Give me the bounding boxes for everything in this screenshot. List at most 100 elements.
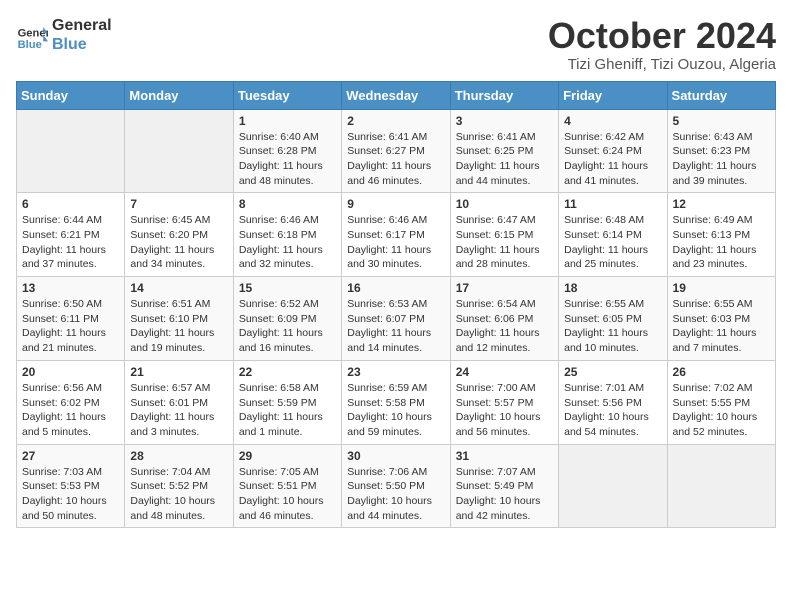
- day-detail: Sunrise: 6:47 AM Sunset: 6:15 PM Dayligh…: [456, 213, 553, 272]
- day-of-week-header: Monday: [125, 81, 233, 109]
- day-number: 5: [673, 114, 770, 128]
- day-number: 1: [239, 114, 336, 128]
- day-detail: Sunrise: 6:57 AM Sunset: 6:01 PM Dayligh…: [130, 381, 227, 440]
- day-number: 31: [456, 449, 553, 463]
- calendar-day-cell: 24 Sunrise: 7:00 AM Sunset: 5:57 PM Dayli…: [450, 360, 558, 444]
- calendar-week-row: 20Sunrise: 6:56 AM Sunset: 6:02 PM Dayli…: [17, 360, 776, 444]
- calendar-day-cell: 6 Sunrise: 6:44 AM Sunset: 6:21 PM Daylig…: [17, 193, 125, 277]
- day-of-week-header: Tuesday: [233, 81, 341, 109]
- day-detail: Sunrise: 7:00 AM Sunset: 5:57 PM Dayligh…: [456, 381, 553, 440]
- svg-text:Blue: Blue: [18, 39, 42, 51]
- day-detail: Sunrise: 6:44 AM Sunset: 6:21 PM Dayligh…: [22, 213, 119, 272]
- day-number: 28: [130, 449, 227, 463]
- day-detail: Sunrise: 6:58 AM Sunset: 5:59 PM Dayligh…: [239, 381, 336, 440]
- day-detail: Sunrise: 7:02 AM Sunset: 5:55 PM Dayligh…: [673, 381, 770, 440]
- day-number: 27: [22, 449, 119, 463]
- day-detail: Sunrise: 6:41 AM Sunset: 6:25 PM Dayligh…: [456, 130, 553, 189]
- location-title: Tizi Gheniff, Tizi Ouzou, Algeria: [548, 56, 776, 73]
- day-number: 6: [22, 197, 119, 211]
- calendar-day-cell: 21 Sunrise: 6:57 AM Sunset: 6:01 PM Dayli…: [125, 360, 233, 444]
- day-number: 19: [673, 281, 770, 295]
- calendar-day-cell: [667, 444, 775, 528]
- day-of-week-header: Wednesday: [342, 81, 450, 109]
- day-detail: Sunrise: 7:03 AM Sunset: 5:53 PM Dayligh…: [22, 465, 119, 524]
- calendar-day-cell: [17, 109, 125, 193]
- calendar-day-cell: 20Sunrise: 6:56 AM Sunset: 6:02 PM Dayli…: [17, 360, 125, 444]
- calendar-week-row: 1Sunrise: 6:40 AM Sunset: 6:28 PM Daylig…: [17, 109, 776, 193]
- day-number: 3: [456, 114, 553, 128]
- calendar-day-cell: 17 Sunrise: 6:54 AM Sunset: 6:06 PM Dayli…: [450, 277, 558, 361]
- calendar-day-cell: [125, 109, 233, 193]
- calendar-day-cell: 18Sunrise: 6:55 AM Sunset: 6:05 PM Dayli…: [559, 277, 667, 361]
- day-number: 13: [22, 281, 119, 295]
- calendar-day-cell: 2 Sunrise: 6:41 AM Sunset: 6:27 PM Daylig…: [342, 109, 450, 193]
- title-block: October 2024 Tizi Gheniff, Tizi Ouzou, A…: [548, 16, 776, 73]
- calendar-day-cell: 29 Sunrise: 7:05 AM Sunset: 5:51 PM Dayli…: [233, 444, 341, 528]
- day-number: 29: [239, 449, 336, 463]
- day-number: 14: [130, 281, 227, 295]
- day-detail: Sunrise: 7:05 AM Sunset: 5:51 PM Dayligh…: [239, 465, 336, 524]
- calendar-day-cell: 9Sunrise: 6:46 AM Sunset: 6:17 PM Daylig…: [342, 193, 450, 277]
- day-detail: Sunrise: 6:42 AM Sunset: 6:24 PM Dayligh…: [564, 130, 661, 189]
- day-number: 11: [564, 197, 661, 211]
- calendar-day-cell: 15 Sunrise: 6:52 AM Sunset: 6:09 PM Dayli…: [233, 277, 341, 361]
- day-detail: Sunrise: 6:48 AM Sunset: 6:14 PM Dayligh…: [564, 213, 661, 272]
- day-number: 2: [347, 114, 444, 128]
- day-number: 24: [456, 365, 553, 379]
- logo-blue-text: Blue: [52, 35, 112, 54]
- day-number: 12: [673, 197, 770, 211]
- calendar-day-cell: 25Sunrise: 7:01 AM Sunset: 5:56 PM Dayli…: [559, 360, 667, 444]
- day-detail: Sunrise: 7:04 AM Sunset: 5:52 PM Dayligh…: [130, 465, 227, 524]
- day-of-week-header: Friday: [559, 81, 667, 109]
- day-detail: Sunrise: 6:55 AM Sunset: 6:05 PM Dayligh…: [564, 297, 661, 356]
- calendar-week-row: 6 Sunrise: 6:44 AM Sunset: 6:21 PM Daylig…: [17, 193, 776, 277]
- calendar-day-cell: 7Sunrise: 6:45 AM Sunset: 6:20 PM Daylig…: [125, 193, 233, 277]
- calendar-day-cell: 11 Sunrise: 6:48 AM Sunset: 6:14 PM Dayli…: [559, 193, 667, 277]
- month-title: October 2024: [548, 16, 776, 56]
- day-detail: Sunrise: 6:49 AM Sunset: 6:13 PM Dayligh…: [673, 213, 770, 272]
- page-header: General Blue General Blue October 2024 T…: [16, 16, 776, 73]
- calendar-day-cell: 8Sunrise: 6:46 AM Sunset: 6:18 PM Daylig…: [233, 193, 341, 277]
- calendar-day-cell: 5Sunrise: 6:43 AM Sunset: 6:23 PM Daylig…: [667, 109, 775, 193]
- calendar-day-cell: 10 Sunrise: 6:47 AM Sunset: 6:15 PM Dayli…: [450, 193, 558, 277]
- day-of-week-header: Thursday: [450, 81, 558, 109]
- calendar-week-row: 13 Sunrise: 6:50 AM Sunset: 6:11 PM Dayli…: [17, 277, 776, 361]
- day-detail: Sunrise: 6:52 AM Sunset: 6:09 PM Dayligh…: [239, 297, 336, 356]
- calendar-day-cell: 1Sunrise: 6:40 AM Sunset: 6:28 PM Daylig…: [233, 109, 341, 193]
- day-number: 10: [456, 197, 553, 211]
- calendar-day-cell: 13 Sunrise: 6:50 AM Sunset: 6:11 PM Dayli…: [17, 277, 125, 361]
- calendar-day-cell: 3 Sunrise: 6:41 AM Sunset: 6:25 PM Daylig…: [450, 109, 558, 193]
- day-number: 21: [130, 365, 227, 379]
- calendar-day-cell: 27 Sunrise: 7:03 AM Sunset: 5:53 PM Dayli…: [17, 444, 125, 528]
- logo-general-text: General: [52, 16, 112, 35]
- day-detail: Sunrise: 6:56 AM Sunset: 6:02 PM Dayligh…: [22, 381, 119, 440]
- day-detail: Sunrise: 7:07 AM Sunset: 5:49 PM Dayligh…: [456, 465, 553, 524]
- day-number: 15: [239, 281, 336, 295]
- day-number: 22: [239, 365, 336, 379]
- logo-icon: General Blue: [16, 19, 48, 51]
- day-number: 17: [456, 281, 553, 295]
- calendar-day-cell: 19 Sunrise: 6:55 AM Sunset: 6:03 PM Dayli…: [667, 277, 775, 361]
- day-detail: Sunrise: 7:01 AM Sunset: 5:56 PM Dayligh…: [564, 381, 661, 440]
- calendar-day-cell: 12 Sunrise: 6:49 AM Sunset: 6:13 PM Dayli…: [667, 193, 775, 277]
- day-detail: Sunrise: 6:46 AM Sunset: 6:18 PM Dayligh…: [239, 213, 336, 272]
- calendar-day-cell: 23Sunrise: 6:59 AM Sunset: 5:58 PM Dayli…: [342, 360, 450, 444]
- day-number: 16: [347, 281, 444, 295]
- day-number: 4: [564, 114, 661, 128]
- day-detail: Sunrise: 6:41 AM Sunset: 6:27 PM Dayligh…: [347, 130, 444, 189]
- day-number: 26: [673, 365, 770, 379]
- day-detail: Sunrise: 6:55 AM Sunset: 6:03 PM Dayligh…: [673, 297, 770, 356]
- calendar-day-cell: 28 Sunrise: 7:04 AM Sunset: 5:52 PM Dayli…: [125, 444, 233, 528]
- day-detail: Sunrise: 6:50 AM Sunset: 6:11 PM Dayligh…: [22, 297, 119, 356]
- calendar-day-cell: 16 Sunrise: 6:53 AM Sunset: 6:07 PM Dayli…: [342, 277, 450, 361]
- calendar-day-cell: [559, 444, 667, 528]
- day-of-week-header: Saturday: [667, 81, 775, 109]
- calendar-week-row: 27 Sunrise: 7:03 AM Sunset: 5:53 PM Dayli…: [17, 444, 776, 528]
- day-detail: Sunrise: 6:53 AM Sunset: 6:07 PM Dayligh…: [347, 297, 444, 356]
- calendar-day-cell: 30Sunrise: 7:06 AM Sunset: 5:50 PM Dayli…: [342, 444, 450, 528]
- day-number: 23: [347, 365, 444, 379]
- calendar-header-row: SundayMondayTuesdayWednesdayThursdayFrid…: [17, 81, 776, 109]
- day-detail: Sunrise: 6:54 AM Sunset: 6:06 PM Dayligh…: [456, 297, 553, 356]
- day-detail: Sunrise: 6:46 AM Sunset: 6:17 PM Dayligh…: [347, 213, 444, 272]
- day-detail: Sunrise: 6:45 AM Sunset: 6:20 PM Dayligh…: [130, 213, 227, 272]
